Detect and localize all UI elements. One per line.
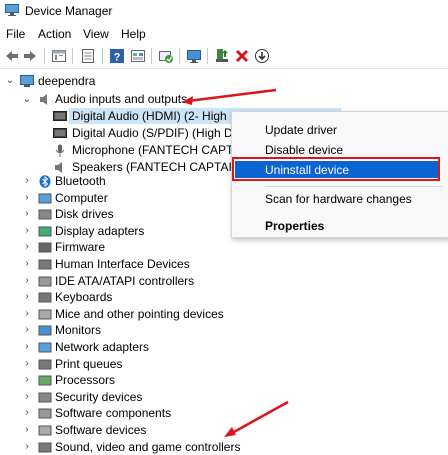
chevron-right-icon[interactable]: ›: [22, 325, 32, 335]
chevron-right-icon[interactable]: ›: [22, 209, 32, 219]
menu-help[interactable]: Help: [121, 27, 146, 41]
display-audio-icon: [53, 111, 67, 121]
menu-file[interactable]: File: [6, 27, 25, 41]
menu-action[interactable]: Action: [38, 27, 71, 41]
network-adapter-icon: [38, 342, 52, 353]
menu-separator: [265, 186, 443, 187]
title-bar: Device Manager: [0, 0, 448, 23]
chevron-right-icon[interactable]: ›: [22, 442, 32, 452]
tree-item-category[interactable]: Mice and other pointing devices: [55, 306, 224, 322]
chevron-right-icon[interactable]: ›: [22, 309, 32, 319]
chevron-right-icon[interactable]: ›: [22, 408, 32, 418]
refresh-view-icon[interactable]: [130, 48, 146, 64]
chevron-right-icon[interactable]: ›: [22, 242, 32, 252]
chevron-down-icon[interactable]: ⌄: [22, 95, 32, 105]
bluetooth-icon: [39, 175, 51, 188]
tree-item-category[interactable]: Security devices: [55, 389, 142, 405]
toolbar: ?: [0, 44, 448, 69]
display-adapter-icon: [38, 226, 52, 237]
menu-item-update-driver[interactable]: Update driver: [265, 123, 337, 137]
show-hidden-icon[interactable]: [80, 48, 96, 64]
chevron-right-icon[interactable]: ›: [22, 226, 32, 236]
chevron-right-icon[interactable]: ›: [22, 193, 32, 203]
context-menu: Update driver Disable device Uninstall d…: [231, 111, 448, 238]
back-icon[interactable]: [4, 48, 20, 64]
tree-item-category[interactable]: Processors: [55, 372, 115, 388]
tree-root-label[interactable]: deependra: [38, 73, 95, 89]
monitor-icon: [38, 325, 52, 336]
microphone-icon: [55, 144, 65, 157]
chevron-right-icon[interactable]: ›: [22, 176, 32, 186]
chevron-right-icon[interactable]: ›: [22, 292, 32, 302]
tree-item-category[interactable]: Network adapters: [55, 339, 149, 355]
menu-bar: File Action View Help: [0, 24, 448, 44]
toolbar-separator: [179, 48, 180, 64]
tree-item-category[interactable]: Keyboards: [55, 289, 112, 305]
tree-item-category[interactable]: IDE ATA/ATAPI controllers: [55, 273, 194, 289]
security-device-icon: [38, 392, 52, 403]
keyboard-icon: [38, 292, 52, 303]
chevron-right-icon[interactable]: ›: [22, 359, 32, 369]
software-component-icon: [38, 408, 52, 419]
menu-item-scan-hardware[interactable]: Scan for hardware changes: [265, 192, 412, 206]
software-device-icon: [38, 425, 52, 436]
toolbar-separator: [72, 48, 73, 64]
device-manager-icon: [5, 4, 19, 16]
computer-icon: [38, 193, 52, 204]
chevron-down-icon[interactable]: ⌄: [5, 76, 15, 86]
menu-view[interactable]: View: [83, 27, 109, 41]
toolbar-separator: [102, 48, 103, 64]
tree-item-category[interactable]: Bluetooth: [55, 173, 106, 189]
chevron-right-icon[interactable]: ›: [22, 276, 32, 286]
annotation-arrow: [224, 400, 289, 437]
tree-item-category[interactable]: Display adapters: [55, 223, 144, 239]
update-driver-icon[interactable]: [214, 48, 230, 64]
tree-item-category[interactable]: Software devices: [55, 422, 146, 438]
scan-hardware-icon[interactable]: [158, 48, 174, 64]
computer-icon: [20, 75, 34, 87]
processor-icon: [38, 375, 52, 386]
printer-icon: [38, 359, 52, 370]
tree-item-category[interactable]: Software components: [55, 405, 171, 421]
chevron-right-icon[interactable]: ›: [22, 425, 32, 435]
toolbar-separator: [151, 48, 152, 64]
speaker-icon: [40, 94, 47, 105]
hid-icon: [38, 259, 52, 270]
chevron-right-icon[interactable]: ›: [22, 342, 32, 352]
menu-item-properties[interactable]: Properties: [265, 219, 324, 233]
annotation-arrow: [182, 88, 277, 105]
firmware-icon: [38, 242, 52, 253]
disk-drive-icon: [38, 209, 52, 220]
chevron-right-icon[interactable]: ›: [22, 392, 32, 402]
tree-item-audio-inputs-outputs[interactable]: Audio inputs and outputs: [55, 91, 187, 107]
tree-item-category[interactable]: Disk drives: [55, 206, 114, 222]
tree-item-category[interactable]: Computer: [55, 190, 108, 206]
tree-item-category[interactable]: Monitors: [55, 322, 101, 338]
tree-item-microphone[interactable]: Microphone (FANTECH CAPTAIN: [72, 142, 253, 158]
tree-item-category[interactable]: Sound, video and game controllers: [55, 439, 240, 455]
menu-item-disable-device[interactable]: Disable device: [265, 143, 343, 157]
mouse-icon: [38, 309, 52, 320]
tree-item-digital-audio-spdif[interactable]: Digital Audio (S/PDIF) (High Defi: [72, 125, 245, 141]
tree-item-category[interactable]: Firmware: [55, 239, 105, 255]
download-icon[interactable]: [254, 48, 270, 64]
ide-controller-icon: [38, 276, 52, 287]
toolbar-separator: [44, 48, 45, 64]
uninstall-icon[interactable]: [234, 48, 250, 64]
sound-controller-icon: [38, 442, 52, 453]
svg-text:?: ?: [114, 52, 121, 64]
tree-item-category[interactable]: Human Interface Devices: [55, 256, 190, 272]
chevron-right-icon[interactable]: ›: [22, 259, 32, 269]
display-audio-icon: [53, 128, 67, 138]
properties-icon[interactable]: [51, 48, 67, 64]
chevron-right-icon[interactable]: ›: [22, 375, 32, 385]
window-title: Device Manager: [25, 4, 113, 18]
monitor-icon[interactable]: [186, 48, 202, 64]
annotation-highlight-box: [232, 157, 440, 181]
help-icon[interactable]: ?: [109, 48, 125, 64]
forward-icon[interactable]: [22, 48, 38, 64]
toolbar-separator: [207, 48, 208, 64]
tree-item-category[interactable]: Print queues: [55, 356, 122, 372]
